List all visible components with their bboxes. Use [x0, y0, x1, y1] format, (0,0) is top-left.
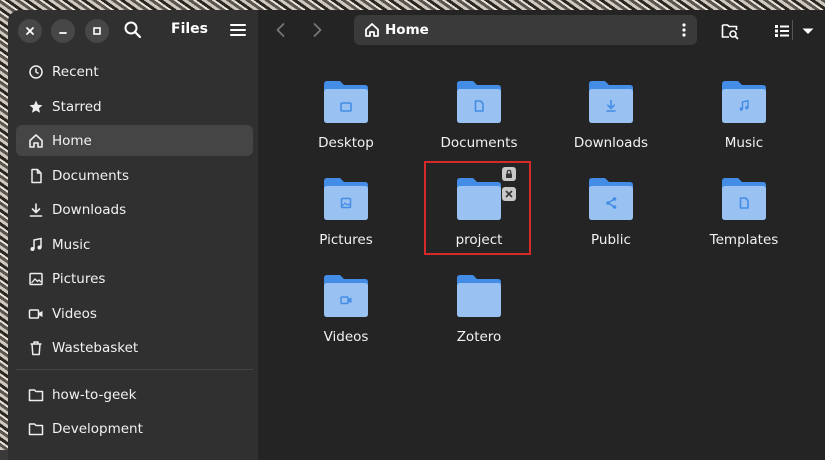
search-folder-icon[interactable] [721, 22, 739, 40]
sidebar-item-music[interactable]: Music [16, 229, 253, 260]
minimize-button[interactable] [51, 19, 75, 43]
folder-label: Zotero [456, 329, 502, 345]
maximize-icon [93, 27, 101, 35]
document-icon [28, 168, 44, 184]
sidebar-item-label: how-to-geek [52, 386, 137, 403]
sidebar-item-label: Music [52, 236, 91, 253]
folder-item-templates[interactable]: Templates [689, 175, 799, 265]
home-icon [365, 23, 379, 37]
clock-icon [28, 64, 44, 80]
folder-label: Pictures [319, 232, 373, 248]
sidebar-item-recent[interactable]: Recent [16, 56, 253, 87]
files-window: Files Recent Starred Home Documents Down… [8, 10, 825, 460]
folder-icon [589, 178, 633, 220]
close-icon [26, 27, 34, 35]
home-icon [28, 133, 44, 149]
folder-item-music[interactable]: Music [689, 78, 799, 168]
folder-item-zotero[interactable]: Zotero [424, 272, 534, 362]
location-label: Home [385, 22, 429, 38]
sidebar-item-label: Documents [52, 167, 129, 184]
sidebar-item-pictures[interactable]: Pictures [16, 263, 253, 294]
selection-highlight-box [424, 161, 531, 255]
sidebar-item-label: Recent [52, 63, 99, 80]
sidebar-item-label: Downloads [52, 201, 127, 218]
sidebar-item-label: Development [52, 420, 143, 437]
folder-label: Music [724, 135, 764, 151]
sidebar-separator [16, 369, 253, 370]
sidebar-item-label: Wastebasket [52, 339, 139, 356]
sidebar-item-label: Pictures [52, 270, 106, 287]
folder-icon [457, 81, 501, 123]
folder-item-documents[interactable]: Documents [424, 78, 534, 168]
folder-label: Templates [709, 232, 779, 248]
list-view-icon[interactable] [773, 22, 791, 40]
sidebar-item-videos[interactable]: Videos [16, 298, 253, 329]
sidebar-item-label: Starred [52, 98, 102, 115]
sidebar-item-label: Videos [52, 305, 97, 322]
star-icon [28, 99, 44, 115]
folder-label: Documents [440, 135, 518, 151]
music-icon [28, 237, 44, 253]
sidebar-item-label: Home [52, 132, 92, 149]
picture-icon [28, 271, 44, 287]
folder-label: Desktop [318, 135, 374, 151]
folder-label: Public [591, 232, 631, 248]
sidebar-item-home[interactable]: Home [16, 125, 253, 156]
sidebar-bookmark-how-to-geek[interactable]: how-to-geek [16, 379, 253, 410]
folder-label: Videos [323, 329, 369, 345]
search-icon[interactable] [122, 19, 144, 41]
folder-icon [28, 387, 44, 403]
forward-arrow-icon[interactable] [308, 21, 326, 39]
sidebar-bookmark-development[interactable]: Development [16, 413, 253, 444]
sidebar-item-downloads[interactable]: Downloads [16, 194, 253, 225]
folder-icon [457, 275, 501, 317]
close-button[interactable] [18, 19, 42, 43]
toolbar-separator [792, 20, 793, 40]
folder-item-downloads[interactable]: Downloads [556, 78, 666, 168]
trash-icon [28, 340, 44, 356]
folder-label: Downloads [573, 135, 649, 151]
download-icon [28, 202, 44, 218]
folder-icon [28, 421, 44, 437]
folder-icon [589, 81, 633, 123]
folder-item-public[interactable]: Public [556, 175, 666, 265]
hamburger-menu-icon[interactable] [228, 20, 248, 40]
sidebar-item-documents[interactable]: Documents [16, 160, 253, 191]
folder-item-videos[interactable]: Videos [291, 272, 401, 362]
maximize-button[interactable] [85, 19, 109, 43]
video-icon [28, 306, 44, 322]
back-arrow-icon[interactable] [272, 21, 290, 39]
folder-item-desktop[interactable]: Desktop [291, 78, 401, 168]
folder-icon [722, 178, 766, 220]
sidebar-item-starred[interactable]: Starred [16, 91, 253, 122]
folder-icon [722, 81, 766, 123]
sidebar: Files Recent Starred Home Documents Down… [8, 10, 258, 460]
folder-item-pictures[interactable]: Pictures [291, 175, 401, 265]
folder-icon [324, 81, 368, 123]
chevron-down-icon[interactable] [799, 22, 817, 40]
sidebar-item-wastebasket[interactable]: Wastebasket [16, 332, 253, 363]
sidebar-header: Files [8, 10, 258, 50]
main-content: Home Desktop Documents Downloads Music Pictu… [258, 10, 825, 460]
folder-icon [324, 178, 368, 220]
location-bar[interactable]: Home [354, 15, 697, 45]
app-title: Files [171, 21, 208, 37]
kebab-menu-icon[interactable] [676, 22, 692, 38]
folder-icon [324, 275, 368, 317]
minimize-icon [59, 32, 67, 34]
